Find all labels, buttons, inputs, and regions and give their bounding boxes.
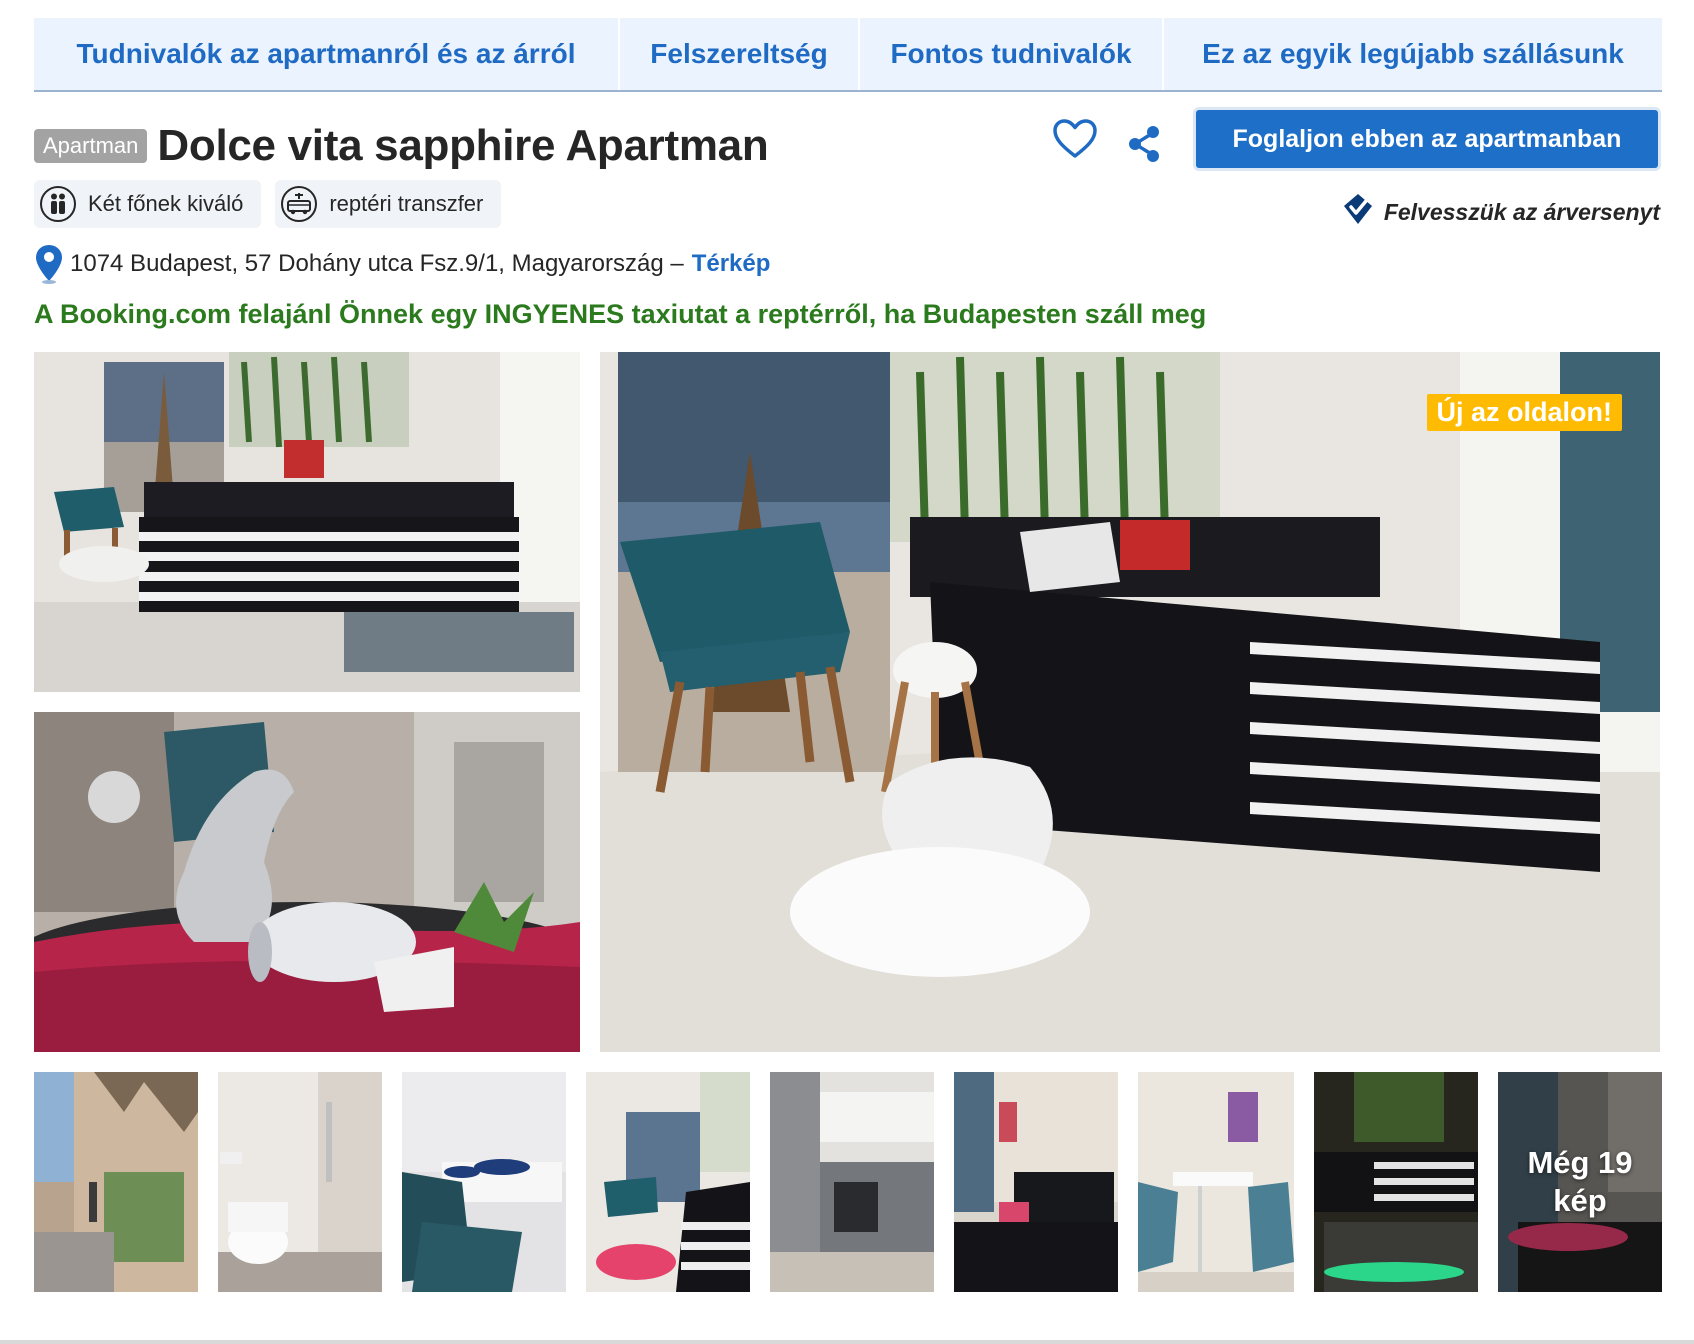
property-type-badge: Apartman (34, 129, 148, 163)
new-listing-badge: Új az oldalon! (1426, 394, 1622, 431)
highlight-label: reptéri transzfer (329, 191, 484, 216)
thumbnail-bedroom-corner[interactable] (586, 1072, 750, 1292)
thumbnail-more-photos[interactable]: Még 19 kép (1498, 1072, 1662, 1292)
tab-important-info[interactable]: Fontos tudnivalók (860, 18, 1164, 90)
share-icon[interactable] (1126, 124, 1162, 169)
tab-apartment-info[interactable]: Tudnivalók az apartmanról és az árról (34, 18, 620, 90)
property-title: Dolce vita sapphire Apartman (157, 121, 769, 170)
price-match-label: Felvesszük az árversenyt (1383, 198, 1660, 225)
price-match[interactable]: Felvesszük az árversenyt (1340, 192, 1660, 232)
thumbnail-bedroom-lights[interactable] (1314, 1072, 1478, 1292)
tab-facilities[interactable]: Felszereltség (620, 18, 860, 90)
more-photos-count: Még 19 (1527, 1145, 1633, 1180)
more-photos-overlay[interactable]: Még 19 kép (1498, 1072, 1662, 1292)
thumbnail-living-area[interactable] (954, 1072, 1118, 1292)
map-pin-icon (34, 243, 64, 285)
highlight-airport-shuttle: reptéri transzfer (275, 180, 502, 228)
thumbnail-dining[interactable] (402, 1072, 566, 1292)
thumbnail-bathroom[interactable] (218, 1072, 382, 1292)
map-link[interactable]: Térkép (692, 250, 771, 278)
book-button[interactable]: Foglaljon ebben az apartmanban (1196, 110, 1658, 168)
highlight-label: Két főnek kiváló (88, 191, 244, 216)
price-match-shield-icon (1340, 192, 1376, 232)
gallery-photo-elephant-decor[interactable] (34, 712, 580, 1052)
tab-newest-property[interactable]: Ez az egyik legújabb szállásunk (1164, 18, 1662, 90)
airport-shuttle-icon (281, 186, 318, 222)
heart-icon[interactable] (1052, 118, 1098, 165)
two-people-icon (40, 186, 76, 222)
thumbnail-street[interactable] (34, 1072, 198, 1292)
thumbnail-kitchen[interactable] (770, 1072, 934, 1292)
gallery-main-photo[interactable]: Új az oldalon! (600, 352, 1660, 1052)
highlight-two-people: Két főnek kiváló (34, 180, 262, 228)
address-text: 1074 Budapest, 57 Dohány utca Fsz.9/1, M… (70, 250, 684, 277)
page-divider (0, 1340, 1694, 1344)
thumbnail-dining-table[interactable] (1138, 1072, 1294, 1292)
free-taxi-promo: A Booking.com felajánl Önnek egy INGYENE… (34, 299, 1207, 329)
section-tabs: Tudnivalók az apartmanról és az árról Fe… (34, 18, 1662, 92)
more-photos-label: kép (1553, 1183, 1607, 1218)
gallery-photo-bedroom[interactable] (34, 352, 580, 692)
address-row: 1074 Budapest, 57 Dohány utca Fsz.9/1, M… (34, 244, 770, 284)
highlights: Két főnek kiváló reptéri transzfer (34, 180, 502, 228)
title-row: Apartman Dolce vita sapphire Apartman (34, 118, 769, 174)
